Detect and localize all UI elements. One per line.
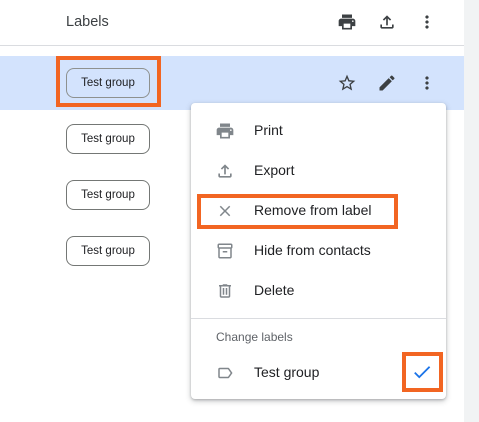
menu-item-label: Print — [254, 122, 283, 138]
menu-item-label: Delete — [254, 282, 295, 298]
archive-icon — [213, 239, 237, 263]
remove-highlight — [197, 194, 398, 229]
check-icon[interactable] — [410, 360, 434, 384]
menu-item-label: Hide from contacts — [254, 242, 371, 258]
print-icon[interactable] — [334, 9, 360, 35]
export-icon[interactable] — [374, 9, 400, 35]
label-chip[interactable]: Test group — [66, 236, 150, 266]
menu-item-hide-from-contacts[interactable]: Hide from contacts — [191, 231, 446, 271]
label-icon — [213, 361, 237, 385]
more-vert-icon[interactable] — [414, 9, 440, 35]
edit-icon[interactable] — [375, 71, 399, 95]
export-icon — [213, 159, 237, 183]
menu-item-label: Export — [254, 162, 295, 178]
trash-icon — [213, 279, 237, 303]
label-chip[interactable]: Test group — [66, 124, 150, 154]
menu-item-label: Test group — [254, 364, 320, 380]
print-icon — [213, 119, 237, 143]
labels-header: Labels — [0, 0, 464, 46]
star-icon[interactable] — [335, 71, 359, 95]
menu-item-delete[interactable]: Delete — [191, 271, 446, 311]
change-labels-heading: Change labels — [216, 330, 293, 344]
right-scroll-strip — [464, 0, 479, 422]
label-chip[interactable]: Test group — [66, 180, 150, 210]
page-title: Labels — [66, 14, 109, 30]
menu-item-export[interactable]: Export — [191, 151, 446, 191]
chip-highlight — [56, 56, 161, 107]
menu-divider — [191, 318, 446, 319]
more-vert-icon[interactable] — [415, 71, 439, 95]
menu-item-print[interactable]: Print — [191, 111, 446, 151]
